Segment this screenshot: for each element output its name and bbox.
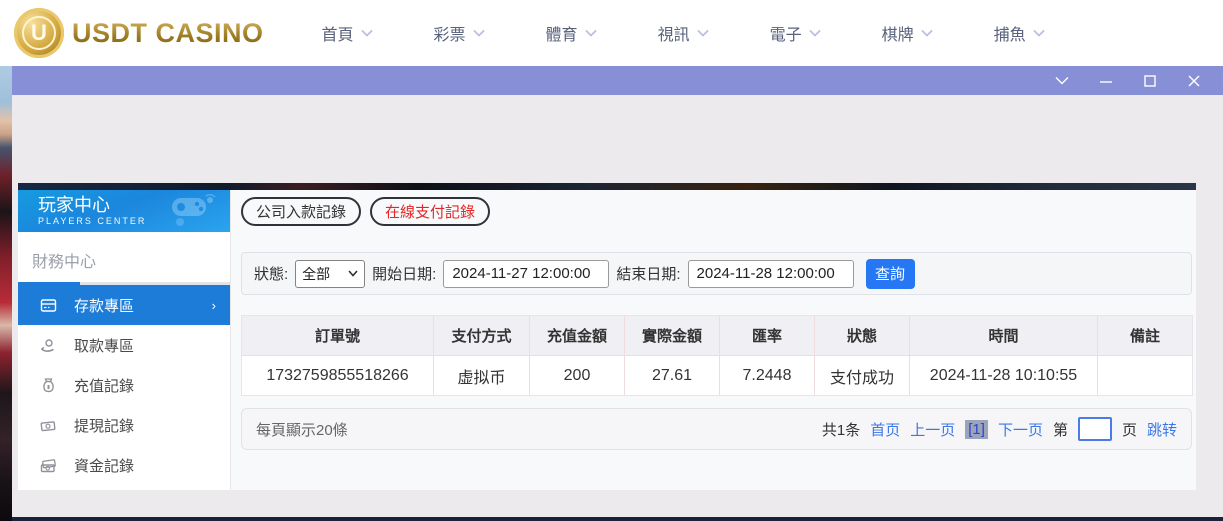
- cell-order-number: 1732759855518266: [242, 356, 434, 396]
- main-nav: 首頁 彩票 體育 視訊 電子 棋牌 捕魚: [322, 21, 1045, 45]
- total-count-text: 共1条: [822, 419, 860, 440]
- panel-top-image-band: [18, 183, 1196, 190]
- sidebar-item-label: 資金記錄: [74, 455, 134, 476]
- chevron-down-icon: [697, 29, 709, 37]
- chevron-right-icon: ›: [212, 298, 216, 313]
- logo-letter: U: [22, 16, 56, 50]
- chevron-down-icon: [361, 29, 373, 37]
- chevron-down-icon: [348, 270, 358, 277]
- sidebar-item-deposit-zone[interactable]: 存款專區 ›: [18, 285, 230, 325]
- nav-item-cards[interactable]: 棋牌: [882, 21, 933, 45]
- cell-recharge-amount: 200: [530, 356, 625, 396]
- sidebar-header: 玩家中心 PLAYERS CENTER: [18, 190, 230, 232]
- gamepad-icon: [166, 194, 218, 228]
- window-minimize-icon[interactable]: [1099, 74, 1113, 88]
- search-button[interactable]: 查詢: [866, 259, 915, 289]
- table-header-row: 訂單號 支付方式 充值金額 實際金額 匯率 狀態 時間 備註: [242, 316, 1193, 356]
- window-chevron-icon[interactable]: [1055, 74, 1069, 88]
- start-date-input[interactable]: [443, 260, 609, 288]
- chevron-down-icon: [921, 29, 933, 37]
- chevron-down-icon: [473, 29, 485, 37]
- sidebar: 玩家中心 PLAYERS CENTER 財務中心 存款專區 ›: [18, 190, 230, 490]
- sidebar-item-recharge-record[interactable]: 充值記錄: [18, 365, 230, 405]
- cell-exchange-rate: 7.2448: [720, 356, 815, 396]
- col-order-number: 訂單號: [242, 316, 434, 356]
- chevron-down-icon: [585, 29, 597, 37]
- moneybag-icon: [40, 377, 57, 394]
- cell-remark: [1098, 356, 1193, 396]
- chevron-down-icon: [809, 29, 821, 37]
- sidebar-item-label: 取款專區: [74, 335, 134, 356]
- cell-status: 支付成功: [815, 356, 910, 396]
- jump-prefix-label: 第: [1053, 419, 1068, 440]
- nav-item-fishing[interactable]: 捕魚: [994, 21, 1045, 45]
- jump-suffix-label: 页: [1122, 419, 1137, 440]
- col-actual-amount: 實際金額: [625, 316, 720, 356]
- status-select-value: 全部: [302, 264, 330, 284]
- end-date-label: 結束日期:: [616, 263, 680, 284]
- window-titlebar: [12, 66, 1223, 95]
- sidebar-item-withdraw-zone[interactable]: 取款專區: [18, 325, 230, 365]
- filter-bar: 狀態: 全部 開始日期: 結束日期: 查詢: [241, 252, 1192, 295]
- nav-item-lottery[interactable]: 彩票: [434, 21, 485, 45]
- cell-time: 2024-11-28 10:10:55: [910, 356, 1098, 396]
- sidebar-item-label: 存款專區: [74, 295, 134, 316]
- window-maximize-icon[interactable]: [1143, 74, 1157, 88]
- col-recharge-amount: 充值金額: [530, 316, 625, 356]
- col-remark: 備註: [1098, 316, 1193, 356]
- status-select[interactable]: 全部: [295, 260, 365, 288]
- sidebar-item-label: 充值記錄: [74, 375, 134, 396]
- player-center-panel: 玩家中心 PLAYERS CENTER 財務中心 存款專區 ›: [18, 190, 1196, 490]
- table-row: 1732759855518266 虚拟币 200 27.61 7.2448 支付…: [242, 356, 1193, 396]
- background-photo-strip: [0, 66, 12, 521]
- window-close-icon[interactable]: [1187, 74, 1201, 88]
- end-date-input[interactable]: [688, 260, 854, 288]
- prev-page-link[interactable]: 上一页: [910, 419, 955, 440]
- sidebar-section-title: 財務中心: [18, 232, 230, 282]
- withdraw-hand-icon: [40, 337, 57, 354]
- deposit-card-icon: [40, 297, 57, 314]
- first-page-link[interactable]: 首页: [870, 419, 900, 440]
- tab-company-deposit-record[interactable]: 公司入款記錄: [241, 197, 361, 226]
- status-label: 狀態:: [254, 263, 288, 284]
- tab-online-payment-record[interactable]: 在線支付記錄: [370, 197, 490, 226]
- nav-item-sports[interactable]: 體育: [546, 21, 597, 45]
- sidebar-item-funds-record[interactable]: 資金記錄: [18, 445, 230, 485]
- col-payment-method: 支付方式: [434, 316, 530, 356]
- window-bottom-strip: [12, 517, 1223, 521]
- records-table: 訂單號 支付方式 充值金額 實際金額 匯率 狀態 時間 備註 173275985…: [241, 315, 1192, 396]
- content-area: 公司入款記錄 在線支付記錄 狀態: 全部 開始日期: 結束日期: 查詢: [230, 190, 1196, 490]
- col-time: 時間: [910, 316, 1098, 356]
- window-controls: [1055, 74, 1201, 88]
- nav-item-slots[interactable]: 電子: [770, 21, 821, 45]
- page-size-text: 每頁顯示20條: [256, 419, 348, 440]
- cell-payment-method: 虚拟币: [434, 356, 530, 396]
- chevron-down-icon: [1033, 29, 1045, 37]
- nav-item-live[interactable]: 視訊: [658, 21, 709, 45]
- sidebar-item-withdrawal-record[interactable]: 提現記錄: [18, 405, 230, 445]
- cell-actual-amount: 27.61: [625, 356, 720, 396]
- current-page-indicator[interactable]: [1]: [965, 420, 988, 439]
- brand-logo[interactable]: U USDT CASINO: [14, 8, 264, 58]
- jump-action-link[interactable]: 跳转: [1147, 419, 1177, 440]
- logo-coin-icon: U: [14, 8, 64, 58]
- start-date-label: 開始日期:: [372, 263, 436, 284]
- next-page-link[interactable]: 下一页: [998, 419, 1043, 440]
- pagination-bar: 每頁顯示20條 共1条 首页 上一页 [1] 下一页 第 页 跳转: [241, 408, 1192, 450]
- brand-name: USDT CASINO: [72, 18, 264, 49]
- col-status: 狀態: [815, 316, 910, 356]
- record-tabs: 公司入款記錄 在線支付記錄: [241, 197, 490, 226]
- col-exchange-rate: 匯率: [720, 316, 815, 356]
- funds-notes-icon: [40, 457, 57, 474]
- nav-item-home[interactable]: 首頁: [322, 21, 373, 45]
- pager: 共1条 首页 上一页 [1] 下一页 第 页 跳转: [822, 417, 1177, 441]
- sidebar-item-label: 提現記錄: [74, 415, 134, 436]
- page-jump-input[interactable]: [1078, 417, 1112, 441]
- banknote-icon: [40, 417, 57, 434]
- site-header: U USDT CASINO 首頁 彩票 體育 視訊 電子 棋牌 捕魚: [0, 0, 1223, 66]
